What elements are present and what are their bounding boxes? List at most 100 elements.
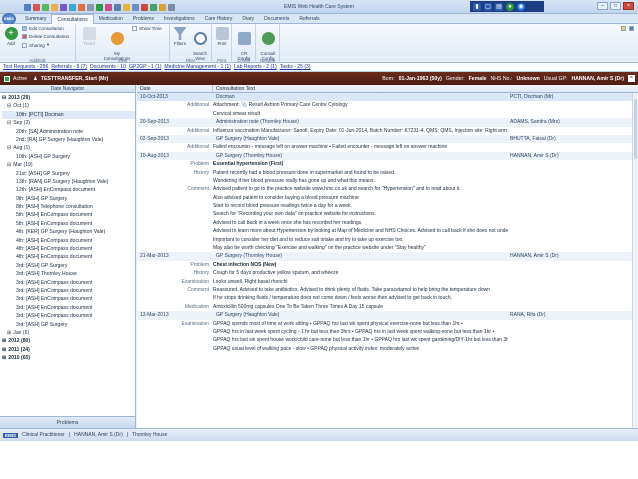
consultation-detail-row[interactable]: Comment Advised patient to go to the prac… (137, 185, 638, 193)
expand-toggle-icon[interactable]: ⊞ (2, 338, 6, 344)
tree-node[interactable]: 13th: [RAN] GP Surgery (Haughton Vale) (2, 178, 135, 186)
column-header-consultation-text[interactable]: Consultation Text (213, 85, 638, 92)
info-icon[interactable] (123, 3, 130, 11)
calendar-icon[interactable] (96, 3, 103, 11)
tree-node[interactable]: ⊟ 2013 (29) (2, 94, 135, 102)
flag-icon[interactable] (141, 3, 148, 11)
tree-node[interactable]: 5th: [ASH] EnCompass document (2, 211, 135, 219)
consultation-detail-row[interactable]: Problem Essential hypertension (First) (137, 160, 638, 168)
tree-node[interactable]: 3rd: [ASH] EnCompass document (2, 287, 135, 295)
problems-tab[interactable]: Problems (0, 416, 135, 428)
consult-config-button[interactable]: Consult Config (258, 27, 278, 61)
print-icon[interactable] (33, 3, 40, 11)
back-icon[interactable] (42, 3, 49, 11)
summary-link[interactable]: Referrals - 8 (7) (51, 64, 87, 70)
scrollbar-thumb[interactable] (634, 99, 637, 159)
tree-node[interactable]: 4th: [KER] GP Surgery (Haughton Vale) (2, 228, 135, 236)
help-icon[interactable] (69, 3, 76, 11)
tree-node[interactable]: 12th: [ASH] EnCompass document (2, 186, 135, 194)
star-icon[interactable] (159, 3, 166, 11)
tab-documents[interactable]: Documents (259, 14, 294, 24)
consultation-detail-row[interactable]: Start to record blood pressure readings … (137, 202, 638, 210)
consultation-detail-row[interactable]: Problem Chest infection NOS (New) (137, 261, 638, 269)
save-icon[interactable] (24, 3, 31, 11)
tree-node[interactable]: 20th: [SA] Administration note (2, 128, 135, 136)
settings-icon[interactable] (87, 3, 94, 11)
chart-icon[interactable] (105, 3, 112, 11)
tree-node[interactable]: 4th: [ASH] EnCompass document (2, 245, 135, 253)
expand-toggle-icon[interactable]: ⊟ (7, 162, 11, 168)
sharing-dropdown[interactable]: Sharing ▾ (22, 42, 49, 48)
refresh-icon[interactable] (60, 3, 67, 11)
summary-link[interactable]: Lab Reports - 2 (1) (234, 64, 277, 70)
forward-icon[interactable] (51, 3, 58, 11)
tree-node[interactable]: ⊟ Mar (19) (2, 161, 135, 169)
expand-toggle-icon[interactable]: ⊟ (2, 95, 6, 101)
consultation-detail-row[interactable]: Also advised patient to consider buying … (137, 194, 638, 202)
edit-consultation-button[interactable]: Edit Consultation (22, 26, 64, 31)
summary-link[interactable]: Documents - 10 (90, 64, 126, 70)
expand-toggle-icon[interactable]: ⊟ (7, 103, 11, 109)
trend-button[interactable]: Trend (80, 27, 98, 46)
my-consultations-button[interactable]: My Consultations (102, 27, 132, 61)
consultation-detail-row[interactable]: Additional Influenza vaccination Manufact… (137, 127, 638, 135)
consultation-detail-row[interactable]: GPPAQ hrs in last week spent cycling - 1… (137, 328, 638, 336)
minimize-button[interactable]: – (597, 2, 608, 10)
consultation-detail-row[interactable]: Wondering if her blood pressure really h… (137, 177, 638, 185)
consultation-header-row[interactable]: 20-Sep-2013 Administration note (Thornley… (137, 118, 638, 127)
gear-icon[interactable] (168, 3, 175, 11)
consultation-detail-row[interactable]: Important to consider her diet and to re… (137, 236, 638, 244)
tab-investigations[interactable]: Investigations (159, 14, 200, 24)
search-view-button[interactable]: Search View (189, 27, 211, 61)
consultation-detail-row[interactable]: Examination GPPAQ spends most of time at … (137, 320, 638, 328)
settings-icon[interactable]: ◉ (517, 2, 525, 11)
delete-consultation-button[interactable]: Delete Consultation (22, 34, 69, 39)
pc-icon[interactable]: ● (506, 2, 514, 11)
window-icon[interactable]: ▢ (484, 2, 492, 11)
expand-toggle-icon[interactable]: ⊟ (7, 145, 11, 151)
consultation-detail-row[interactable]: Examination Looks unwell. Right basal rho… (137, 278, 638, 286)
summary-link[interactable]: Test Requests - 256 (3, 64, 48, 70)
summary-link[interactable]: GP2GP - 1 (1) (129, 64, 161, 70)
tree-node[interactable]: 10th: [ASH] GP Surgery (2, 153, 135, 161)
tree-node[interactable]: ⊞ Jan (6) (2, 329, 135, 337)
consultation-detail-row[interactable]: History Patient recently had a blood pres… (137, 169, 638, 177)
tab-diary[interactable]: Diary (237, 14, 259, 24)
tree-node[interactable]: ⊞ 2012 (80) (2, 337, 135, 345)
expand-toggle-icon[interactable]: ⊞ (7, 330, 11, 336)
user-icon[interactable] (150, 3, 157, 11)
consultation-detail-row[interactable]: Cervical smear result (137, 110, 638, 118)
consultation-detail-row[interactable]: Additional Attachment: 📎 Result Ashton Pr… (137, 101, 638, 109)
consultation-detail-row[interactable]: Comment Reassured. Advised to take antibi… (137, 286, 638, 294)
pen-icon[interactable] (132, 3, 139, 11)
tab-consultations[interactable]: Consultations (51, 13, 94, 24)
expand-toggle-icon[interactable]: ⊞ (2, 355, 6, 361)
note-icon[interactable] (621, 26, 626, 31)
consultation-detail-row[interactable]: History Cough for 5 days productive yello… (137, 269, 638, 277)
consultation-detail-row[interactable]: May also be worth checking "Exercise and… (137, 244, 638, 252)
add-button[interactable]: + Add (2, 27, 20, 46)
tools-icon[interactable] (114, 3, 121, 11)
consultation-header-row[interactable]: 13-Mar-2013 GP Surgery (Haughton Vale) RAN… (137, 311, 638, 320)
tree-node[interactable]: 3rd: [ASH] EnCompass document (2, 295, 135, 303)
print-button[interactable]: Print (213, 27, 231, 46)
consultation-detail-row[interactable]: Additional Failed encounter - message lef… (137, 143, 638, 151)
record-icon[interactable]: ▮ (473, 2, 481, 11)
cr-config-button[interactable]: CR Config (234, 27, 254, 61)
show-time-checkbox[interactable]: Show Time (132, 26, 162, 31)
tree-node[interactable]: ⊟ Aug (1) (2, 144, 135, 152)
tab-care-history[interactable]: Care History (200, 14, 238, 24)
document-icon[interactable]: ▤ (495, 2, 503, 11)
tree-node[interactable]: 3rd: [ASH] EnCompass document (2, 304, 135, 312)
tree-node[interactable]: 4th: [ASH] EnCompass document (2, 253, 135, 261)
help-icon[interactable] (629, 26, 634, 31)
consultation-detail-row[interactable]: Advised to call back in a week once she … (137, 219, 638, 227)
tree-node[interactable]: 10th: [PCTI] Docman (2, 110, 135, 120)
tree-node[interactable]: 4th: [ASH] EnCompass document (2, 237, 135, 245)
people-icon[interactable] (78, 3, 85, 11)
tab-referrals[interactable]: Referrals (294, 14, 324, 24)
column-header-date[interactable]: Date (137, 85, 213, 92)
consultation-header-row[interactable]: 02-Sep-2013 GP Surgery (Haughton Vale) BHU… (137, 134, 638, 144)
tree-node[interactable]: 9th: [ASH] GP Surgery (2, 195, 135, 203)
tree-node[interactable]: 5th: [ASH] EnCompass document (2, 220, 135, 228)
